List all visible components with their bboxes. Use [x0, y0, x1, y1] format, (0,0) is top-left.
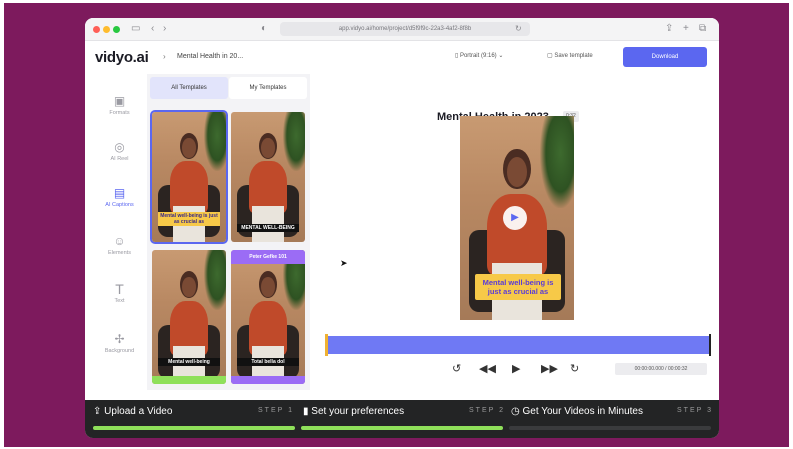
rail-item-elements[interactable]: ☺ Elements	[92, 234, 147, 256]
step-upload: ⇪ Upload a Video	[93, 406, 172, 417]
rail-item-label: Background	[104, 348, 135, 354]
step-number: STEP 3	[677, 407, 713, 414]
step-progress-bar	[509, 426, 711, 430]
step-label: Get Your Videos in Minutes	[522, 406, 643, 417]
tab-all-templates[interactable]: All Templates	[150, 77, 228, 99]
template-card[interactable]: MENTAL WELL-BEING	[231, 112, 305, 242]
template-card[interactable]: Peter Gefke 101 Total bella dol	[231, 250, 305, 384]
onboarding-steps: ⇪ Upload a Video STEP 1 ▮ Set your prefe…	[85, 400, 719, 438]
timeline-start-handle[interactable]	[325, 334, 328, 356]
rail-item-label: Formats	[109, 110, 130, 116]
step-get-videos: ◷ Get Your Videos in Minutes	[511, 406, 643, 417]
format-select[interactable]: ▯ Portrait (9:16) ⌄	[455, 52, 503, 59]
save-template-button[interactable]: ▢ Save template	[547, 52, 593, 59]
template-caption: Mental well-being is just as crucial as	[158, 212, 220, 226]
tab-my-templates[interactable]: My Templates	[229, 77, 307, 99]
step-label: Set your preferences	[311, 406, 405, 417]
plant-decoration	[539, 116, 574, 208]
mouse-cursor-icon: ➤	[340, 258, 348, 268]
shapes-icon: ☺	[113, 234, 126, 248]
minimize-window-icon[interactable]	[103, 26, 110, 33]
tabs-icon[interactable]: ⧉	[699, 22, 706, 36]
template-card[interactable]: Mental well-being	[152, 250, 226, 384]
timeline-track[interactable]	[325, 336, 711, 354]
forward-5-icon[interactable]: ↻	[570, 363, 579, 375]
app-logo[interactable]: vidyo.ai	[95, 49, 149, 66]
step-progress-fill	[301, 426, 503, 430]
plant-decoration	[203, 112, 226, 171]
rail-item-label: Elements	[108, 250, 131, 256]
format-select-value: Portrait (9:16)	[459, 53, 497, 59]
template-caption: Total bella dol	[237, 358, 299, 366]
plant-decoration	[203, 250, 226, 311]
rail-item-label: AI Reel	[110, 156, 129, 162]
chevron-right-icon: ›	[163, 52, 166, 61]
captions-icon: ▤	[113, 186, 126, 200]
rail-item-ai-reel[interactable]: ◎ AI Reel	[92, 140, 147, 162]
browser-window: ▭ ‹ › ◐ app.vidyo.ai/home/project/d5f9f9…	[85, 18, 719, 438]
reload-icon[interactable]: ↻	[515, 22, 522, 36]
timecode-display: 00:00:00.000 / 00:00:32	[615, 363, 707, 375]
new-tab-icon[interactable]: +	[683, 22, 689, 36]
save-template-label: Save template	[554, 53, 593, 59]
background-icon: ✢	[114, 332, 125, 346]
preview-caption[interactable]: Mental well-being is just as crucial as	[475, 274, 561, 300]
step-preferences: ▮ Set your preferences	[303, 406, 404, 417]
template-bottom-bar	[152, 376, 226, 384]
bulb-icon: ◎	[114, 140, 125, 154]
text-icon: T	[115, 281, 124, 297]
download-button[interactable]: Download	[623, 47, 707, 67]
rail-item-text[interactable]: T Text	[92, 282, 147, 304]
play-icon[interactable]: ▶	[512, 363, 520, 375]
chevron-down-icon: ⌄	[496, 53, 504, 59]
template-caption: MENTAL WELL-BEING	[237, 224, 299, 232]
back-icon[interactable]: ‹	[151, 22, 154, 36]
url-bar[interactable]: app.vidyo.ai/home/project/d5f9f9c-22a3-4…	[280, 22, 530, 36]
clock-icon: ◷	[511, 406, 523, 417]
upload-icon: ⇪	[93, 406, 105, 417]
step-number: STEP 1	[258, 407, 294, 414]
rail-item-label: Text	[114, 298, 125, 304]
step-progress-bar	[93, 426, 295, 430]
rewind-5-icon[interactable]: ↺	[452, 363, 461, 375]
person-face	[182, 276, 196, 297]
step-progress-fill	[93, 426, 295, 430]
close-window-icon[interactable]	[93, 26, 100, 33]
skip-forward-icon[interactable]: ▶▶	[541, 363, 558, 375]
templates-panel: All Templates My Templates Mental well-b…	[147, 74, 310, 390]
share-icon[interactable]: ⇪	[665, 22, 673, 36]
skip-back-icon[interactable]: ◀◀	[479, 363, 496, 375]
template-caption: Mental well-being	[158, 358, 220, 366]
image-icon: ▣	[113, 94, 126, 108]
app-header: vidyo.ai › Mental Health in 20... ▯ Port…	[85, 41, 719, 73]
maximize-window-icon[interactable]	[113, 26, 120, 33]
timeline-end-handle[interactable]	[709, 334, 711, 356]
browser-toolbar: ▭ ‹ › ◐ app.vidyo.ai/home/project/d5f9f9…	[85, 18, 719, 41]
step-progress-bar	[301, 426, 503, 430]
sidebar-icon[interactable]: ▭	[131, 22, 140, 36]
template-card[interactable]: Mental well-being is just as crucial as	[150, 110, 228, 244]
step-number: STEP 2	[469, 407, 505, 414]
forward-icon[interactable]: ›	[163, 22, 166, 36]
step-label: Upload a Video	[104, 406, 173, 417]
template-banner: Peter Gefke 101	[231, 250, 305, 264]
rail-item-label: AI Captions	[105, 202, 134, 208]
rail-item-background[interactable]: ✢ Background	[92, 332, 147, 354]
person-face	[261, 276, 275, 297]
tool-rail: ▣ Formats ◎ AI Reel ▤ AI Captions ☺ Elem…	[92, 74, 147, 390]
breadcrumb[interactable]: Mental Health in 20...	[177, 53, 243, 60]
rail-item-formats[interactable]: ▣ Formats	[92, 94, 147, 116]
play-icon[interactable]: ▶	[503, 206, 527, 230]
person-face	[182, 138, 196, 158]
person-face	[261, 138, 275, 158]
plant-decoration	[282, 112, 305, 171]
template-bottom-bar	[231, 376, 305, 384]
shield-icon: ◐	[261, 23, 268, 34]
rail-item-ai-captions[interactable]: ▤ AI Captions	[92, 186, 147, 208]
